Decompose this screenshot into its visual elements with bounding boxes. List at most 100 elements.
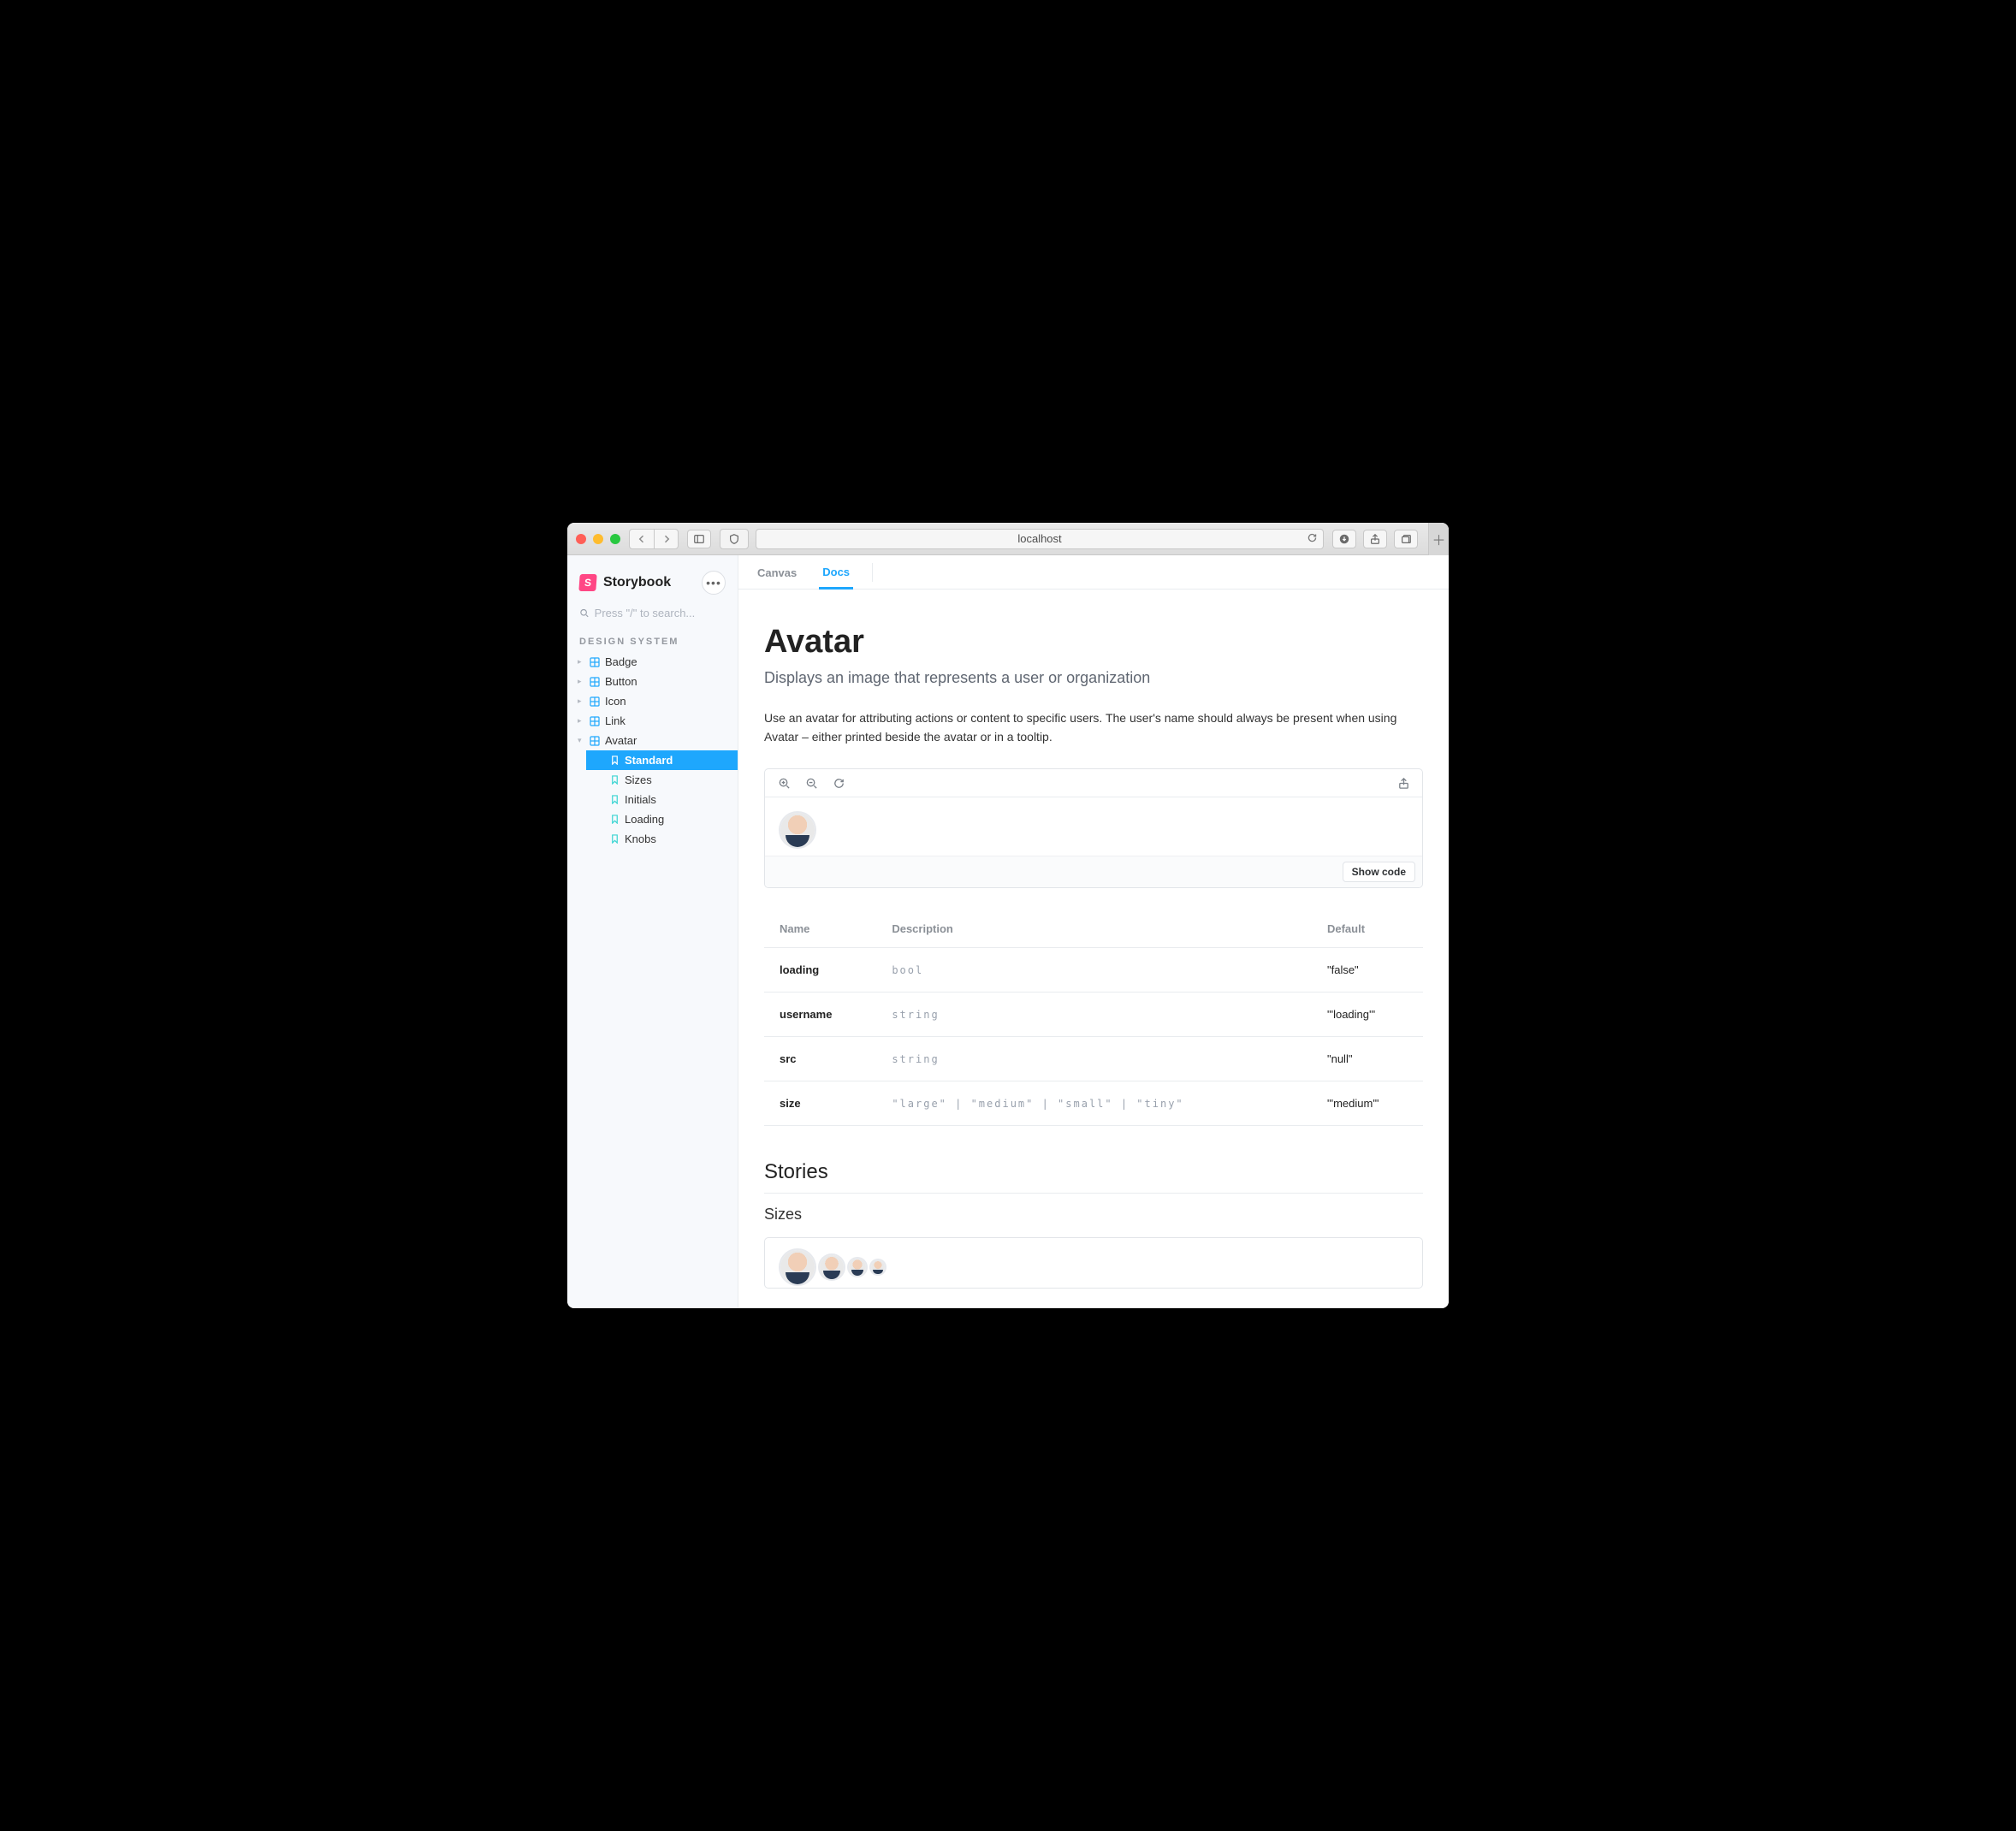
bookmark-icon bbox=[610, 834, 620, 844]
sidebar-item-label: Avatar bbox=[605, 734, 637, 747]
sidebar-story-label: Loading bbox=[625, 813, 664, 826]
forward-button[interactable] bbox=[654, 530, 678, 548]
search-input[interactable] bbox=[595, 607, 726, 619]
close-window-button[interactable] bbox=[576, 534, 586, 544]
show-code-button[interactable]: Show code bbox=[1343, 862, 1415, 882]
browser-window: localhost ＋ S Storyb bbox=[567, 523, 1449, 1308]
downloads-button[interactable] bbox=[1332, 530, 1356, 548]
caret-right-icon: ▸ bbox=[578, 716, 584, 726]
sidebar-story-standard[interactable]: Standard bbox=[586, 750, 738, 770]
sidebar-item-avatar[interactable]: ▾ Avatar bbox=[569, 731, 738, 750]
address-text: localhost bbox=[1017, 532, 1061, 545]
props-table: Name Description Default loading bool "f… bbox=[764, 912, 1423, 1126]
tab-docs[interactable]: Docs bbox=[819, 555, 853, 590]
sidebar-story-label: Knobs bbox=[625, 833, 656, 845]
sidebar-story-initials[interactable]: Initials bbox=[586, 790, 738, 809]
prop-default: "false" bbox=[1312, 948, 1423, 993]
prop-default: "null" bbox=[1312, 1037, 1423, 1081]
doc-content: Avatar Displays an image that represents… bbox=[738, 590, 1449, 1306]
story-sizes-heading: Sizes bbox=[764, 1206, 1423, 1224]
sidebar-item-badge[interactable]: ▸ Badge bbox=[569, 652, 738, 672]
sidebar-story-knobs[interactable]: Knobs bbox=[586, 829, 738, 849]
sidebar-item-label: Link bbox=[605, 714, 626, 727]
nav-buttons bbox=[629, 529, 679, 549]
sidebar-item-link[interactable]: ▸ Link bbox=[569, 711, 738, 731]
fullscreen-window-button[interactable] bbox=[610, 534, 620, 544]
prop-description: string bbox=[876, 1037, 1312, 1081]
prop-default: "'loading'" bbox=[1312, 993, 1423, 1037]
preview-toolbar bbox=[765, 769, 1422, 797]
bookmark-icon bbox=[610, 775, 620, 785]
preview-box-sizes bbox=[764, 1237, 1423, 1289]
avatar bbox=[780, 813, 815, 847]
props-header-description: Description bbox=[876, 912, 1312, 948]
preview-box: Show code bbox=[764, 768, 1423, 888]
address-bar[interactable]: localhost bbox=[756, 529, 1324, 549]
new-tab-button[interactable]: ＋ bbox=[1428, 523, 1449, 555]
browser-toolbar: localhost ＋ bbox=[567, 523, 1449, 555]
sidebar-story-loading[interactable]: Loading bbox=[586, 809, 738, 829]
caret-right-icon: ▸ bbox=[578, 677, 584, 686]
tab-divider bbox=[872, 563, 873, 582]
preview-body bbox=[765, 797, 1422, 856]
component-icon bbox=[590, 716, 600, 726]
zoom-in-icon[interactable] bbox=[777, 776, 791, 790]
search-row bbox=[567, 603, 738, 628]
page-subtitle: Displays an image that represents a user… bbox=[764, 669, 1423, 687]
sidebar: S Storybook ••• DESIGN SYSTEM ▸ Badge bbox=[567, 555, 738, 1308]
sidebar-item-button[interactable]: ▸ Button bbox=[569, 672, 738, 691]
prop-default: "'medium'" bbox=[1312, 1081, 1423, 1126]
prop-name: username bbox=[764, 993, 876, 1037]
back-button[interactable] bbox=[630, 530, 654, 548]
table-row: src string "null" bbox=[764, 1037, 1423, 1081]
caret-right-icon: ▸ bbox=[578, 696, 584, 706]
component-icon bbox=[590, 696, 600, 707]
prop-description: string bbox=[876, 993, 1312, 1037]
zoom-out-icon[interactable] bbox=[804, 776, 818, 790]
sidebar-item-label: Button bbox=[605, 675, 637, 688]
main-tabs: Canvas Docs bbox=[738, 555, 1449, 590]
avatar-small bbox=[849, 1259, 866, 1276]
bookmark-icon bbox=[610, 795, 620, 804]
address-wrap: localhost bbox=[720, 529, 1324, 549]
component-icon bbox=[590, 736, 600, 746]
brand-logo: S bbox=[578, 574, 596, 591]
minimize-window-button[interactable] bbox=[593, 534, 603, 544]
table-row: username string "'loading'" bbox=[764, 993, 1423, 1037]
sidebar-story-sizes[interactable]: Sizes bbox=[586, 770, 738, 790]
bookmark-icon bbox=[610, 756, 620, 765]
props-header-default: Default bbox=[1312, 912, 1423, 948]
toolbar-right bbox=[1332, 530, 1418, 548]
prop-name: size bbox=[764, 1081, 876, 1126]
open-external-icon[interactable] bbox=[1396, 776, 1410, 790]
reset-zoom-icon[interactable] bbox=[832, 776, 845, 790]
privacy-shield-button[interactable] bbox=[720, 529, 749, 549]
sidebar-item-label: Icon bbox=[605, 695, 626, 708]
prop-description: "large" | "medium" | "small" | "tiny" bbox=[876, 1081, 1312, 1126]
prop-name: loading bbox=[764, 948, 876, 993]
component-icon bbox=[590, 677, 600, 687]
more-button[interactable]: ••• bbox=[702, 571, 726, 595]
prop-name: src bbox=[764, 1037, 876, 1081]
sidebar-toggle-button[interactable] bbox=[687, 530, 711, 548]
sidebar-story-label: Sizes bbox=[625, 773, 652, 786]
sidebar-item-icon[interactable]: ▸ Icon bbox=[569, 691, 738, 711]
show-code-row: Show code bbox=[765, 856, 1422, 887]
tabs-overview-button[interactable] bbox=[1394, 530, 1418, 548]
sidebar-item-label: Badge bbox=[605, 655, 637, 668]
share-button[interactable] bbox=[1363, 530, 1387, 548]
props-header-name: Name bbox=[764, 912, 876, 948]
search-icon bbox=[579, 607, 590, 619]
page-title: Avatar bbox=[764, 624, 1423, 661]
prop-description: bool bbox=[876, 948, 1312, 993]
avatar-large bbox=[780, 1250, 815, 1284]
stories-heading: Stories bbox=[764, 1160, 1423, 1194]
app: S Storybook ••• DESIGN SYSTEM ▸ Badge bbox=[567, 555, 1449, 1308]
sidebar-story-label: Standard bbox=[625, 754, 673, 767]
bookmark-icon bbox=[610, 815, 620, 824]
tab-canvas[interactable]: Canvas bbox=[754, 556, 800, 588]
table-row: size "large" | "medium" | "small" | "tin… bbox=[764, 1081, 1423, 1126]
reload-icon[interactable] bbox=[1307, 532, 1318, 546]
avatar-medium bbox=[820, 1255, 844, 1279]
sidebar-group-header: DESIGN SYSTEM bbox=[567, 628, 738, 652]
